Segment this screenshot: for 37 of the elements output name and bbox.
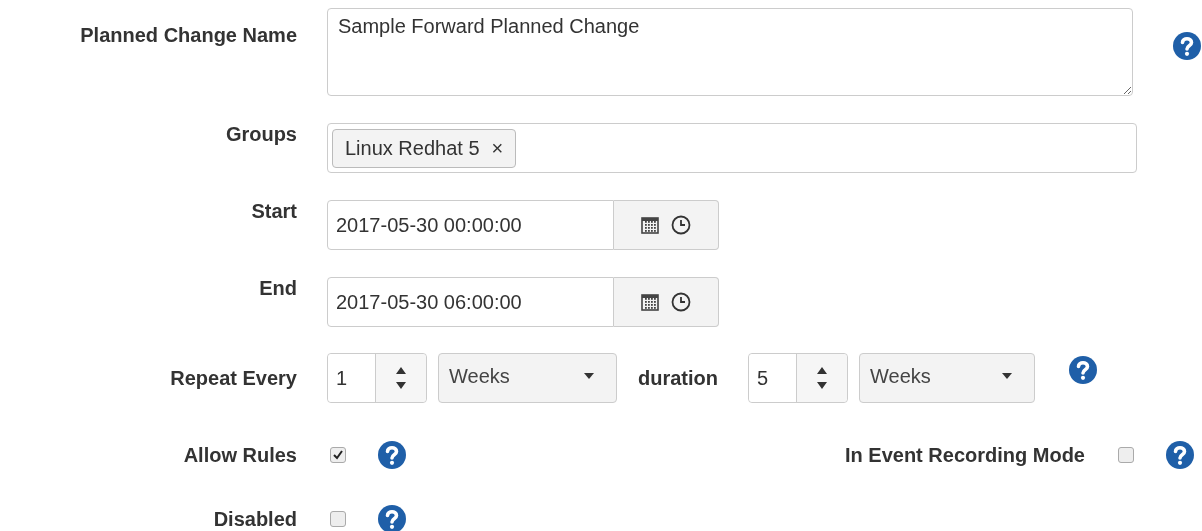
- field-label: Allow Rules: [182, 443, 297, 467]
- groups-field[interactable]: Linux Redhat 5 ×: [327, 123, 1137, 173]
- picker-button[interactable]: [614, 277, 719, 327]
- datetime-field[interactable]: 2017-05-30 06:00:00: [327, 277, 614, 327]
- checkbox[interactable]: [1118, 447, 1134, 463]
- field-label: Disabled: [212, 507, 297, 531]
- field-label: Start: [250, 200, 297, 223]
- unit-dropdown[interactable]: Weeks: [859, 353, 1035, 403]
- count-spinner[interactable]: 1: [327, 353, 427, 403]
- field-label: Repeat Every: [169, 366, 297, 390]
- duration-spinner[interactable]: 5: [748, 353, 848, 403]
- field-label: End: [258, 277, 297, 300]
- calendar-icon[interactable]: [641, 293, 659, 311]
- help-icon[interactable]: [1173, 32, 1201, 60]
- unit-dropdown[interactable]: Weeks: [438, 353, 617, 403]
- name-field[interactable]: Sample Forward Planned Change: [327, 8, 1133, 96]
- help-icon[interactable]: [1166, 441, 1194, 469]
- help-icon[interactable]: [1069, 355, 1097, 384]
- spinner-arrows-icon[interactable]: [816, 365, 828, 391]
- help-icon[interactable]: [378, 441, 406, 469]
- clock-icon[interactable]: [671, 215, 691, 235]
- caret-icon: [1002, 373, 1012, 379]
- clock-icon[interactable]: [671, 292, 691, 312]
- datetime-field[interactable]: 2017-05-30 00:00:00: [327, 200, 614, 250]
- field-label: Groups: [224, 123, 297, 146]
- field-label: In Event Recording Mode: [844, 443, 1085, 467]
- checkbox[interactable]: [330, 447, 346, 463]
- spinner-arrows-icon[interactable]: [395, 365, 407, 391]
- picker-button[interactable]: [614, 200, 719, 250]
- calendar-icon[interactable]: [641, 216, 659, 234]
- checkbox[interactable]: [330, 511, 346, 527]
- help-icon[interactable]: [378, 505, 406, 531]
- caret-icon: [584, 373, 594, 379]
- duration-label: duration: [638, 366, 718, 390]
- tag-label: Linux Redhat 5: [345, 136, 480, 160]
- field-label: Planned Change Name: [79, 23, 297, 47]
- remove-button[interactable]: ×: [491, 136, 504, 160]
